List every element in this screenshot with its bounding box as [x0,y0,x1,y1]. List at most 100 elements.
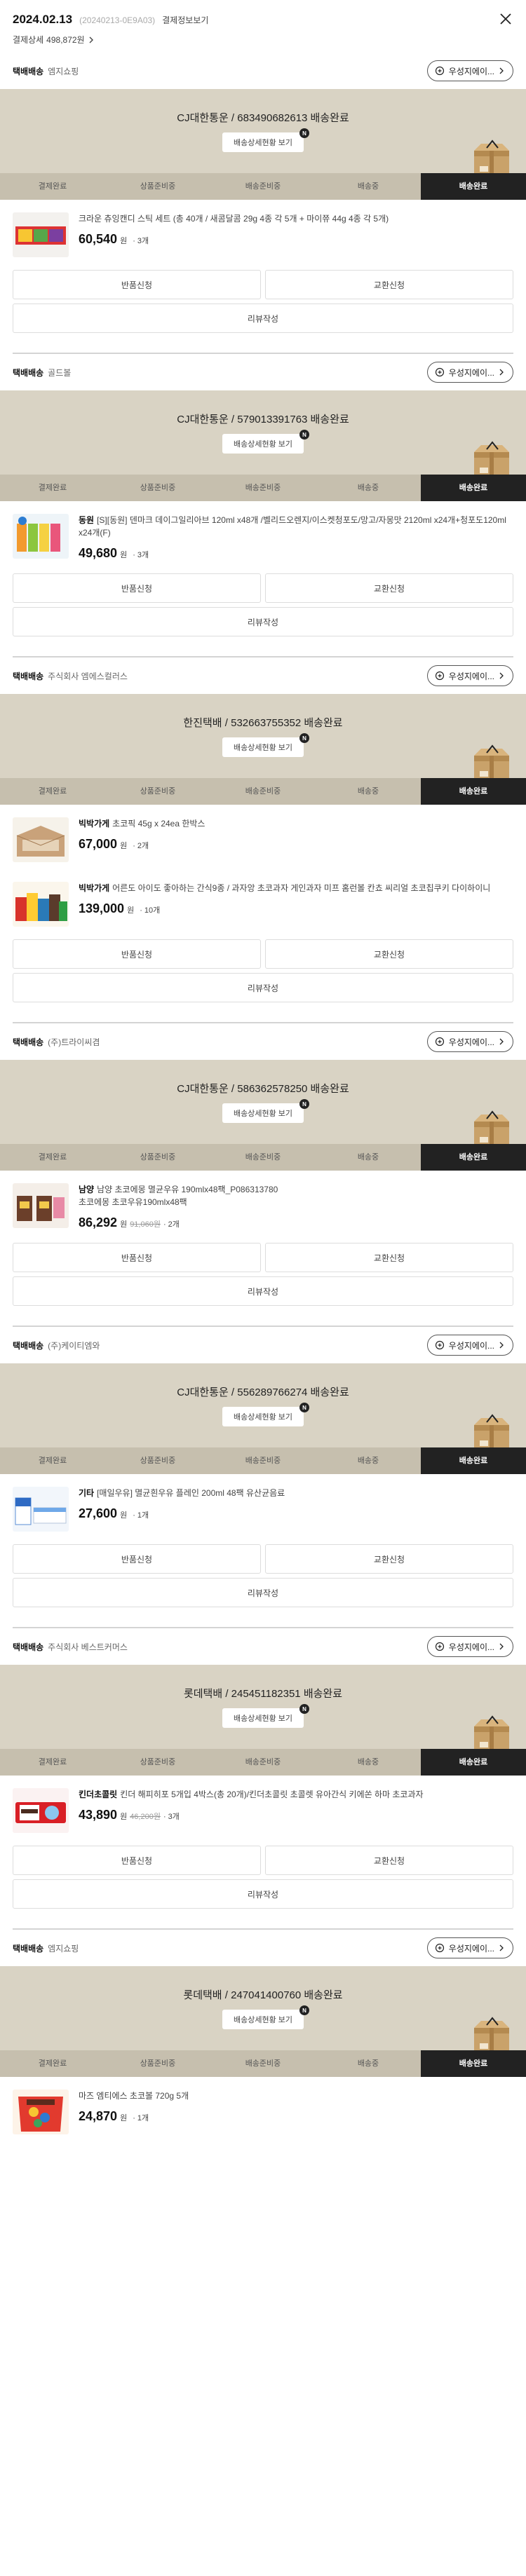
return-request-button[interactable]: 반품신청 [13,573,261,603]
exchange-request-button[interactable]: 교환신청 [265,1846,513,1875]
exchange-request-button[interactable]: 교환신청 [265,573,513,603]
mart-button[interactable]: 우성지에이... [426,1937,513,1958]
product-name: 마즈 엠티에스 초코볼 720g 5개 [79,2091,189,2101]
product-price: 139,000 [79,901,125,915]
return-request-button[interactable]: 반품신청 [13,1243,261,1272]
product-info: 마즈 엠티에스 초코볼 720g 5개 24,870 원 · 1개 [79,2090,513,2134]
track-detail-button[interactable]: 배송상세현황 보기 N [222,2005,310,2029]
product-item[interactable]: 빅박가게 초코픽 45g x 24ea 한박스 67,000 원 · 2개 [0,805,526,869]
return-request-button[interactable]: 반품신청 [13,1846,261,1875]
close-button[interactable] [498,11,513,27]
delivery-steps: 결제완료 상품준비중 배송준비중 배송중 배송완료 [0,778,526,805]
product-price: 60,540 [79,232,118,246]
delivery-step: 배송준비중 [245,787,281,796]
delivery-step: 결제완료 [38,787,67,796]
return-request-button[interactable]: 반품신청 [13,270,261,299]
product-item[interactable]: 동원 [S][동원] 덴마크 데이그일리아브 120ml x48개 /벨리드오렌지… [0,501,526,568]
delivery-step: 배송준비중 [245,1758,281,1766]
mart-label: 우성지에이... [448,1642,494,1652]
mart-button[interactable]: 우성지에이... [426,60,513,81]
product-info: 빅박가게 어른도 아이도 좋아하는 간식9종 / 과자앙 초코과자 게인과자 미프… [79,882,513,927]
product-list: 남양 남양 초코에몽 멸균우유 190mlx48팩_P086313780 초코에몽 … [0,1171,526,1237]
delivery-step: 배송완료 [421,2050,526,2077]
payment-info-link[interactable]: 결제정보보기 [162,14,208,26]
price-row: 60,540 원 · 3개 [79,232,513,247]
chevron-right-icon [499,1643,504,1650]
action-buttons: 반품신청 교환신청 리뷰작성 [0,1840,526,1909]
exchange-request-button[interactable]: 교환신청 [265,270,513,299]
delivery-step: 상품준비중 [140,787,176,796]
mart-label: 우성지에이... [448,1340,494,1351]
product-item[interactable]: 크라운 츄잉캔디 스틱 세트 (총 40개 / 새콤달콤 29g 4종 각 5개… [0,200,526,264]
delivery-status-panel: CJ대한통운 / 586362578250 배송완료 배송상세현황 보기 N 결… [0,1060,526,1171]
product-item[interactable]: 킨더초콜릿 킨더 해피히포 5개입 4박스(총 20개)/킨더초콜릿 초콜렛 유아… [0,1776,526,1840]
exchange-request-button[interactable]: 교환신청 [265,1544,513,1574]
track-detail-button[interactable]: 배송상세현황 보기 N [222,733,310,757]
product-item[interactable]: 남양 남양 초코에몽 멸균우유 190mlx48팩_P086313780 초코에몽 … [0,1171,526,1237]
product-image [13,1183,69,1228]
track-detail-button[interactable]: 배송상세현황 보기 N [222,430,310,454]
write-review-button[interactable]: 리뷰작성 [13,1578,513,1607]
price-row: 24,870 원 · 1개 [79,2109,513,2124]
tracking-info: 롯데택배 / 247041400760 배송완료 [183,1989,343,2001]
store-icon [435,1037,444,1047]
write-review-button[interactable]: 리뷰작성 [13,973,513,1002]
track-detail-button[interactable]: 배송상세현황 보기 N [222,1403,310,1426]
product-item[interactable]: 빅박가게 어른도 아이도 좋아하는 간식9종 / 과자앙 초코과자 게인과자 미프… [0,869,526,934]
tracking-info: CJ대한통운 / 556289766274 배송완료 [177,1386,349,1398]
delivery-step: 배송중 [357,182,379,191]
mart-button[interactable]: 우성지에이... [426,665,513,686]
shipment-header: 택배배송 주식회사 베스트커머스 우성지에이... [0,1628,526,1665]
delivery-status-panel: 롯데택배 / 245451182351 배송완료 배송상세현황 보기 N 결제완… [0,1665,526,1776]
delivery-step: 배송준비중 [245,182,281,191]
price-row: 67,000 원 · 2개 [79,837,513,852]
mart-button[interactable]: 우성지에이... [426,1636,513,1657]
shipment-header: 택배배송 엠지쇼핑 우성지에이... [0,1930,526,1966]
product-name: 킨더초콜릿 킨더 해피히포 5개입 4박스(총 20개)/킨더초콜릿 초콜렛 유아… [79,1790,424,1799]
order-number: (20240213-0E9A03) [79,15,156,25]
new-badge-icon: N [299,733,310,743]
store-icon [435,1943,444,1953]
write-review-button[interactable]: 리뷰작성 [13,304,513,333]
mart-button[interactable]: 우성지에이... [426,1335,513,1356]
delivery-step: 배송준비중 [245,1153,281,1161]
delivery-step: 배송준비중 [245,2059,281,2068]
price-row: 139,000 원 · 10개 [79,901,513,916]
price-row: 43,890 원 46,200원 · 3개 [79,1808,513,1822]
tracking-info: CJ대한통운 / 579013391763 배송완료 [177,414,349,425]
product-item[interactable]: 기타 [매일우유] 멸균흰우유 플레인 200ml 48팩 유산균음료 27,600… [0,1474,526,1539]
price-unit: 원 [120,1220,128,1229]
track-detail-button[interactable]: 배송상세현황 보기 N [222,128,310,152]
write-review-button[interactable]: 리뷰작성 [13,1276,513,1306]
exchange-request-button[interactable]: 교환신청 [265,1243,513,1272]
new-badge-icon: N [299,128,310,138]
return-request-button[interactable]: 반품신청 [13,939,261,969]
delivery-step: 배송중 [357,1758,379,1766]
store-icon [435,1642,444,1651]
exchange-request-button[interactable]: 교환신청 [265,939,513,969]
product-brand: 빅박가게 [79,883,110,893]
price-unit: 원 [120,551,128,559]
write-review-button[interactable]: 리뷰작성 [13,1879,513,1909]
product-list: 크라운 츄잉캔디 스틱 세트 (총 40개 / 새콤달콤 29g 4종 각 5개… [0,200,526,264]
delivery-steps: 결제완료 상품준비중 배송준비중 배송중 배송완료 [0,173,526,200]
new-badge-icon: N [299,1099,310,1109]
return-request-button[interactable]: 반품신청 [13,1544,261,1574]
delivery-steps: 결제완료 상품준비중 배송준비중 배송중 배송완료 [0,1144,526,1171]
shipment-card: 택배배송 골드볼 우성지에이... CJ대한통운 / 579013391763 … [0,354,526,657]
mart-button[interactable]: 우성지에이... [426,362,513,383]
delivery-status-panel: CJ대한통운 / 579013391763 배송완료 배송상세현황 보기 N 결… [0,390,526,501]
product-brand: 빅박가게 [79,819,110,829]
product-quantity: · 10개 [140,906,161,915]
delivery-type: 택배배송 [13,671,44,681]
mart-button[interactable]: 우성지에이... [426,1031,513,1052]
order-header: 2024.02.13 (20240213-0E9A03) 결제정보보기 결제상세… [0,0,526,53]
product-name: 빅박가게 어른도 아이도 좋아하는 간식9종 / 과자앙 초코과자 게인과자 미프… [79,883,491,893]
product-item[interactable]: 마즈 엠티에스 초코볼 720g 5개 24,870 원 · 1개 [0,2077,526,2141]
track-detail-button[interactable]: 배송상세현황 보기 N [222,1099,310,1123]
write-review-button[interactable]: 리뷰작성 [13,607,513,636]
delivery-step: 배송중 [357,1457,379,1465]
payment-amount-row[interactable]: 결제상세 498,872원 [13,34,512,46]
track-detail-button[interactable]: 배송상세현황 보기 N [222,1704,310,1728]
chevron-right-icon [499,1342,504,1349]
